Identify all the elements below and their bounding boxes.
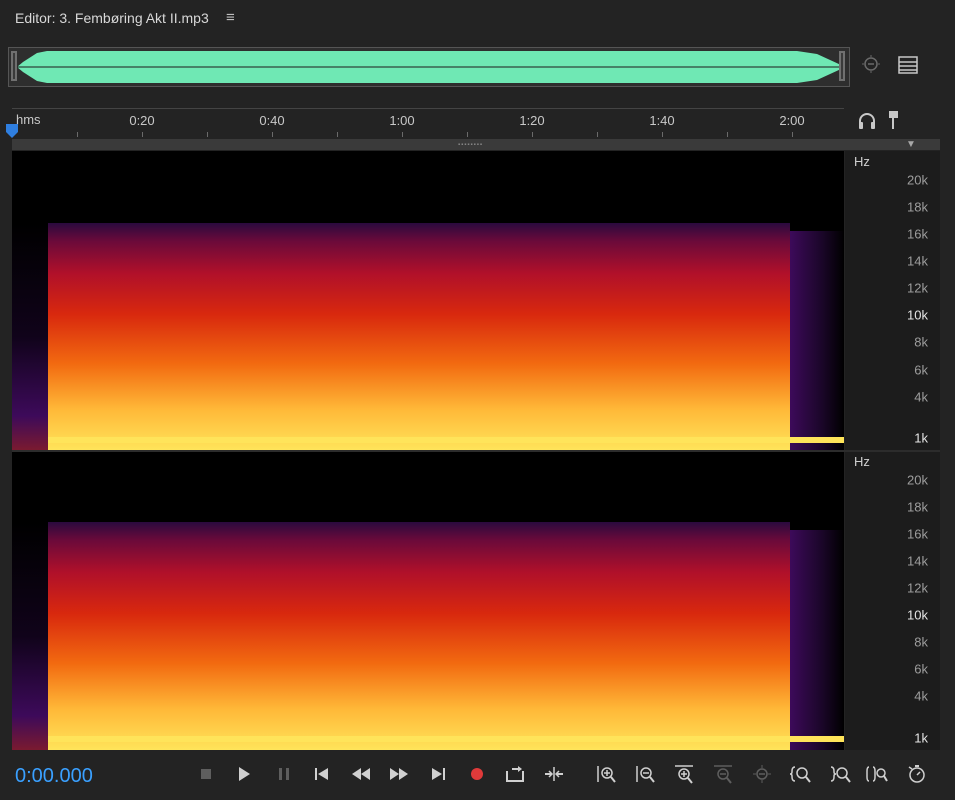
fade-out-region (790, 231, 844, 450)
ruler-tick (207, 132, 208, 137)
frequency-label: 10k (907, 307, 928, 323)
zoom-in-at-end-icon[interactable] (829, 763, 851, 785)
frequency-label: 14k (907, 553, 928, 569)
frequency-label: 1k (914, 730, 928, 746)
frequency-label: 16k (907, 226, 928, 242)
loop-playback-icon[interactable] (504, 763, 526, 785)
frequency-label: 6k (914, 661, 928, 677)
chevron-down-icon[interactable]: ▼ (906, 139, 916, 150)
ruler-label: 0:20 (129, 113, 155, 128)
frequency-label: 14k (907, 253, 928, 269)
low-frequency-band (48, 437, 844, 443)
frequency-scale-left: Hz 20k 18k 16k 14k 12k 10k 8k 6k 4k 1k (845, 151, 940, 450)
fade-in-region (12, 522, 48, 750)
ruler-label: 1:40 (649, 113, 675, 128)
skip-selection-icon[interactable] (543, 763, 565, 785)
ruler-tick (727, 132, 728, 137)
play-icon[interactable] (233, 763, 255, 785)
frequency-label: 18k (907, 499, 928, 515)
frequency-label: 4k (914, 389, 928, 405)
frequency-label: 20k (907, 472, 928, 488)
frequency-label: 12k (907, 580, 928, 596)
frequency-label: 4k (914, 688, 928, 704)
rewind-icon[interactable] (350, 763, 372, 785)
frequency-label: 18k (907, 199, 928, 215)
spectral-energy-band (48, 522, 790, 750)
ruler-label: 2:00 (779, 113, 805, 128)
zoom-in-at-start-icon[interactable] (789, 763, 812, 785)
pause-icon[interactable] (273, 763, 295, 785)
ruler-tick (77, 132, 78, 137)
zoom-in-amplitude-icon[interactable] (595, 763, 617, 785)
ruler-tick (142, 132, 143, 137)
ruler-tick (272, 132, 273, 137)
zoom-reset-icon[interactable] (906, 763, 928, 785)
ruler-tick (662, 132, 663, 137)
ruler-tick (467, 132, 468, 137)
pin-marker-icon[interactable] (887, 110, 901, 130)
skip-to-start-icon[interactable] (311, 763, 333, 785)
headphones-icon[interactable] (858, 112, 876, 130)
frequency-label: 10k (907, 607, 928, 623)
ruler-tick (337, 132, 338, 137)
frequency-label: 8k (914, 334, 928, 350)
fade-out-region (790, 530, 844, 750)
overview-right-handle[interactable] (839, 51, 845, 81)
current-time-display[interactable]: 0:00.000 (15, 765, 93, 788)
ruler-tick (532, 132, 533, 137)
ruler-label: 1:00 (389, 113, 415, 128)
ruler-label: 0:40 (259, 113, 285, 128)
ruler-unit-label: hms (16, 112, 41, 127)
ruler-label: 1:20 (519, 113, 545, 128)
frequency-label: 6k (914, 362, 928, 378)
zoom-out-time-icon[interactable] (712, 763, 734, 785)
playhead-marker[interactable] (6, 124, 18, 138)
zoom-to-selection-icon[interactable] (860, 53, 884, 77)
editor-title: Editor: 3. Fembøring Akt II.mp3 (15, 10, 209, 26)
frequency-scale-right: Hz 20k 18k 16k 14k 12k 10k 8k 6k 4k 1k (845, 452, 940, 750)
frequency-unit: Hz (854, 154, 870, 169)
frequency-label: 12k (907, 280, 928, 296)
hamburger-menu-icon[interactable]: ≡ (226, 9, 235, 26)
fade-in-region (12, 223, 48, 450)
stop-icon[interactable] (195, 763, 217, 785)
waveform-overview[interactable] (8, 47, 850, 87)
record-icon[interactable] (466, 763, 488, 785)
spectral-energy-band (48, 223, 790, 450)
zoom-to-selection-icon[interactable] (866, 763, 888, 785)
zoom-in-time-icon[interactable] (673, 763, 695, 785)
time-ruler[interactable]: 0:20 0:40 1:00 1:20 1:40 2:00 (12, 108, 844, 139)
ruler-tick (402, 132, 403, 137)
skip-to-end-icon[interactable] (427, 763, 449, 785)
fast-forward-icon[interactable] (388, 763, 410, 785)
frequency-label: 8k (914, 634, 928, 650)
overview-waveform (17, 51, 841, 83)
frequency-label: 16k (907, 526, 928, 542)
zoom-out-amplitude-icon[interactable] (634, 763, 656, 785)
spectrogram-channel-left[interactable] (12, 151, 844, 450)
panel-menu-icon[interactable] (898, 55, 918, 75)
overview-left-handle[interactable] (11, 51, 17, 81)
frequency-label: 20k (907, 172, 928, 188)
spectrogram-channel-right[interactable] (12, 452, 844, 750)
ruler-tick (597, 132, 598, 137)
ruler-tick (792, 132, 793, 137)
low-frequency-band (48, 736, 844, 742)
frequency-unit: Hz (854, 454, 870, 469)
divider-grip-icon[interactable]: ▪▪▪▪▪▪▪▪ (458, 142, 483, 148)
zoom-out-full-icon[interactable] (751, 763, 773, 785)
frequency-label: 1k (914, 430, 928, 446)
